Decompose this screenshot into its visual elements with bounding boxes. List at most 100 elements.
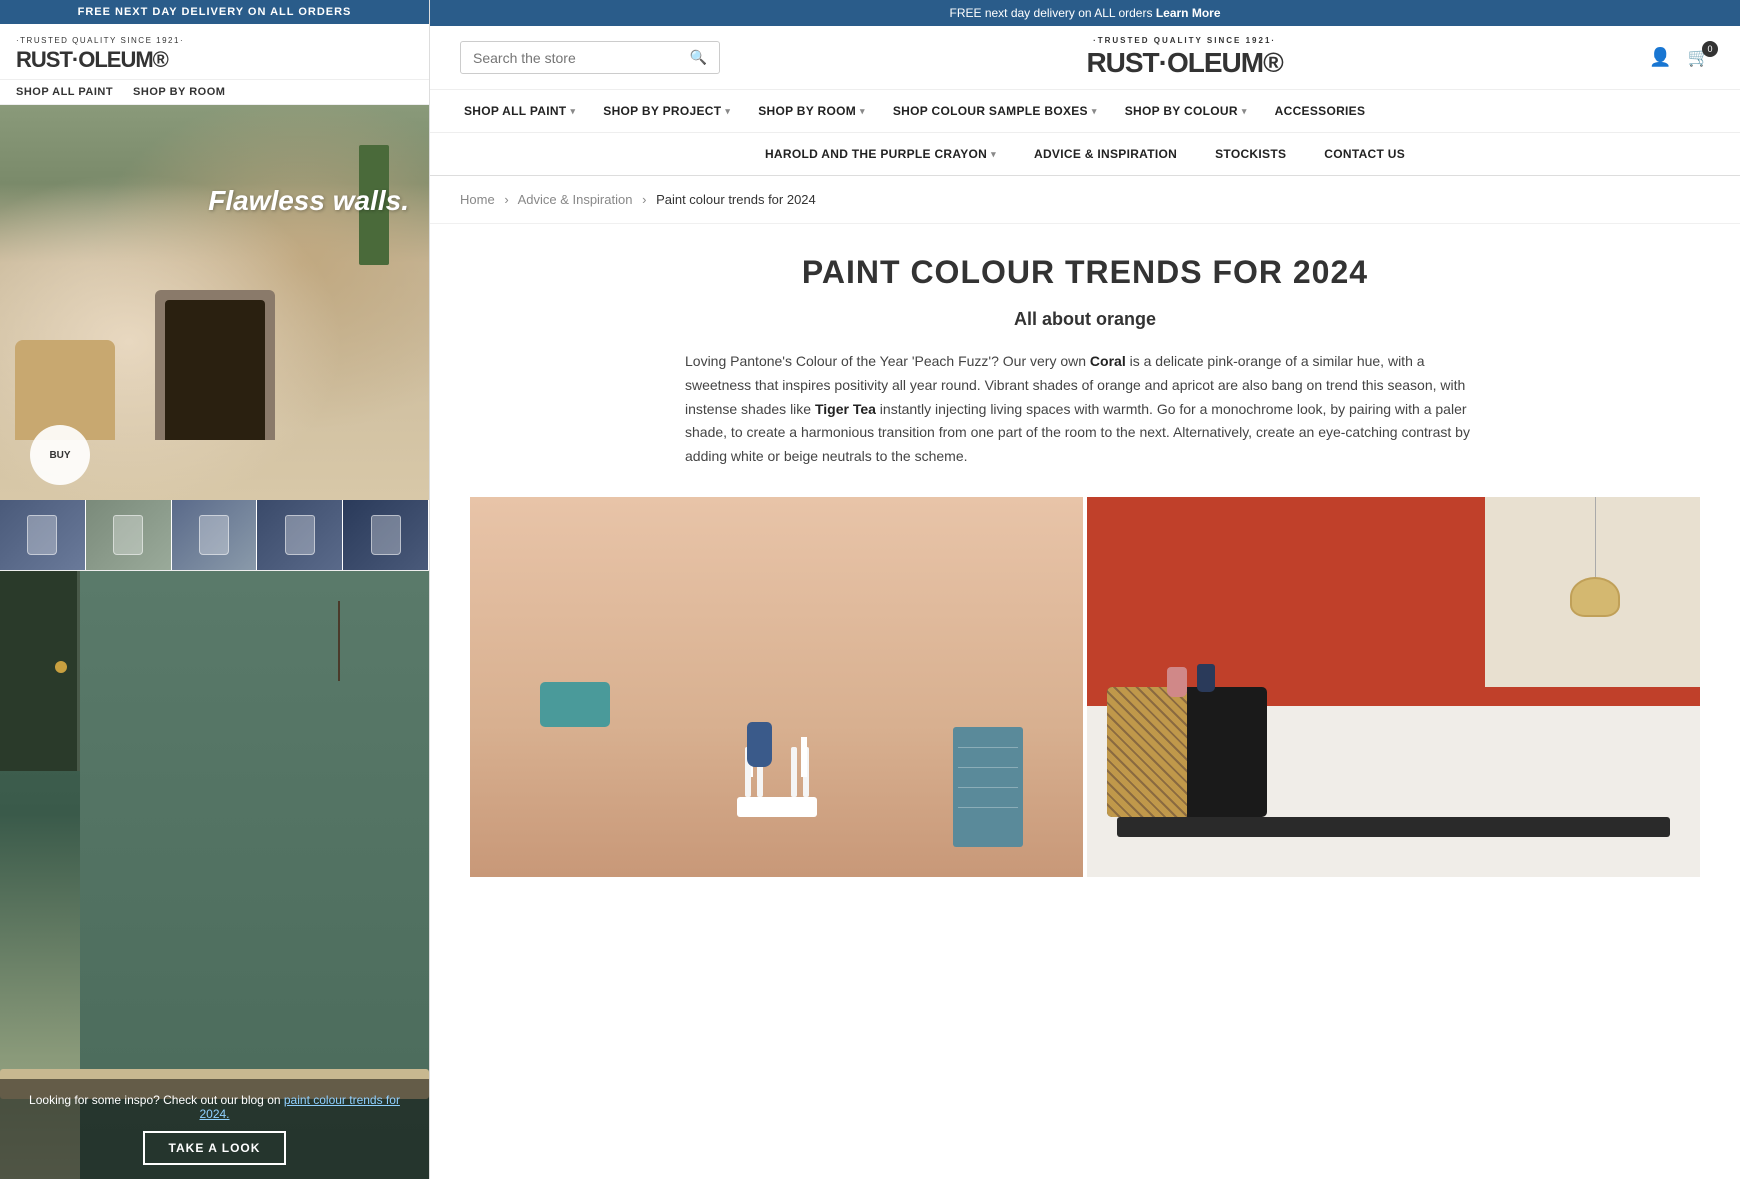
nav-shop-by-room[interactable]: SHOP BY ROOM ▾ xyxy=(744,90,879,132)
right-top-bar-link[interactable]: Learn More xyxy=(1156,6,1221,20)
article-body-text-1: Loving Pantone's Colour of the Year 'Pea… xyxy=(685,353,1090,369)
article-image-left xyxy=(470,497,1083,877)
article-title: PAINT COLOUR TRENDS FOR 2024 xyxy=(470,254,1700,291)
thumb-can-1 xyxy=(27,515,57,555)
right-logo: ·TRUSTED QUALITY SINCE 1921· RUST·OLEUM® xyxy=(740,36,1629,79)
right-logo-center: ·TRUSTED QUALITY SINCE 1921· RUST·OLEUM® xyxy=(740,36,1629,79)
chevron-down-icon: ▾ xyxy=(1242,106,1247,117)
drawer-line-1 xyxy=(958,747,1018,748)
drawer-line-4 xyxy=(958,807,1018,808)
search-icon: 🔍 xyxy=(690,49,707,66)
article-subtitle: All about orange xyxy=(470,309,1700,330)
breadcrumb-home[interactable]: Home xyxy=(460,192,495,207)
light-shade xyxy=(1570,577,1620,617)
left-bottom-overlay: Looking for some inspo? Check out our bl… xyxy=(0,1079,429,1179)
chevron-down-icon: ▾ xyxy=(570,106,575,117)
left-nav-top: SHOP ALL PAINT SHOP BY ROOM xyxy=(0,80,429,105)
door-handle xyxy=(55,661,67,673)
search-input[interactable] xyxy=(473,50,682,66)
nav-shop-by-colour[interactable]: SHOP BY COLOUR ▾ xyxy=(1111,90,1261,132)
left-thumb-4[interactable] xyxy=(257,500,343,570)
left-thumb-2[interactable] xyxy=(86,500,172,570)
right-nav-top: SHOP ALL PAINT ▾ SHOP BY PROJECT ▾ SHOP … xyxy=(430,90,1740,133)
door-left xyxy=(0,571,80,771)
article-images xyxy=(470,497,1700,877)
chevron-down-icon: ▾ xyxy=(725,106,730,117)
left-nav-shop-all[interactable]: SHOP ALL PAINT xyxy=(16,86,113,98)
right-top-bar-text: FREE next day delivery on ALL orders xyxy=(949,6,1155,20)
right-logo-name: RUST·OLEUM® xyxy=(1086,47,1282,78)
teal-cushion xyxy=(540,682,610,727)
left-bottom-text: Looking for some inspo? Check out our bl… xyxy=(16,1093,413,1121)
right-logo-trusted: ·TRUSTED QUALITY SINCE 1921· xyxy=(740,36,1629,45)
nav-contact-us[interactable]: CONTACT US xyxy=(1310,133,1419,175)
left-thumbnails xyxy=(0,500,429,571)
fireplace xyxy=(155,290,275,440)
chevron-down-icon: ▾ xyxy=(991,149,996,160)
pink-vase xyxy=(1167,667,1187,697)
nav-shop-by-project[interactable]: SHOP BY PROJECT ▾ xyxy=(589,90,744,132)
breadcrumb-section[interactable]: Advice & Inspiration xyxy=(518,192,633,207)
nav-stockists[interactable]: STOCKISTS xyxy=(1201,133,1300,175)
right-content: PAINT COLOUR TRENDS FOR 2024 All about o… xyxy=(430,224,1740,1179)
blue-vase xyxy=(747,722,772,767)
article-body-bold-1: Coral xyxy=(1090,353,1126,369)
hanging-light xyxy=(1570,497,1620,617)
right-header-icons: 👤 🛒 0 xyxy=(1649,47,1710,68)
left-hero: Flawless walls. BUY xyxy=(0,105,429,500)
article-body-bold-2: Tiger Tea xyxy=(815,401,876,417)
thumb-can-4 xyxy=(285,515,315,555)
right-nav: SHOP ALL PAINT ▾ SHOP BY PROJECT ▾ SHOP … xyxy=(430,90,1740,176)
nav-shop-colour-sample-boxes[interactable]: SHOP COLOUR SAMPLE BOXES ▾ xyxy=(879,90,1111,132)
breadcrumb-sep-1: › xyxy=(504,192,508,207)
left-top-bar-text: FREE NEXT DAY DELIVERY ON ALL ORDERS xyxy=(78,6,352,18)
left-logo-area: ·TRUSTED QUALITY SINCE 1921· RUST·OLEUM® xyxy=(0,24,429,80)
right-panel: FREE next day delivery on ALL orders Lea… xyxy=(430,0,1740,1179)
left-bottom-banner: Looking for some inspo? Check out our bl… xyxy=(0,571,429,1179)
thumb-can-3 xyxy=(199,515,229,555)
cabinet-cane xyxy=(1107,687,1187,817)
breadcrumb-sep-2: › xyxy=(642,192,646,207)
plant-branch xyxy=(309,601,369,721)
right-top-bar: FREE next day delivery on ALL orders Lea… xyxy=(430,0,1740,26)
right-header: 🔍 ·TRUSTED QUALITY SINCE 1921· RUST·OLEU… xyxy=(430,26,1740,90)
dark-cabinet xyxy=(1107,687,1267,817)
nav-harold[interactable]: HAROLD AND THE PURPLE CRAYON ▾ xyxy=(751,133,1010,175)
chair-seat xyxy=(737,797,817,817)
left-logo: ·TRUSTED QUALITY SINCE 1921· RUST·OLEUM® xyxy=(16,36,413,73)
left-logo-trusted: ·TRUSTED QUALITY SINCE 1921· xyxy=(16,36,413,45)
breadcrumb: Home › Advice & Inspiration › Paint colo… xyxy=(430,176,1740,224)
chevron-down-icon: ▾ xyxy=(1092,106,1097,117)
left-hero-btn[interactable]: BUY xyxy=(30,425,90,485)
breadcrumb-current: Paint colour trends for 2024 xyxy=(656,192,816,207)
left-logo-name: RUST·OLEUM® xyxy=(16,47,168,72)
dark-jug xyxy=(1197,664,1215,692)
drawer-line-2 xyxy=(958,767,1018,768)
left-thumb-1[interactable] xyxy=(0,500,86,570)
left-panel: FREE NEXT DAY DELIVERY ON ALL ORDERS ·TR… xyxy=(0,0,430,1179)
right-nav-bottom: HAROLD AND THE PURPLE CRAYON ▾ ADVICE & … xyxy=(430,133,1740,175)
nav-shop-all-paint[interactable]: SHOP ALL PAINT ▾ xyxy=(450,90,589,132)
thumb-can-5 xyxy=(371,515,401,555)
left-thumb-5[interactable] xyxy=(343,500,429,570)
light-cord xyxy=(1595,497,1596,577)
left-top-bar: FREE NEXT DAY DELIVERY ON ALL ORDERS xyxy=(0,0,429,24)
left-hero-text: Flawless walls. xyxy=(208,185,409,217)
thumb-can-2 xyxy=(113,515,143,555)
drawer-unit xyxy=(953,727,1023,847)
left-nav-shop-room[interactable]: SHOP BY ROOM xyxy=(133,86,225,98)
fireplace-inner xyxy=(165,300,265,440)
left-thumb-3[interactable] xyxy=(172,500,258,570)
cart-badge: 0 xyxy=(1702,41,1718,57)
nav-accessories[interactable]: ACCESSORIES xyxy=(1261,90,1380,132)
chevron-down-icon: ▾ xyxy=(860,106,865,117)
cart-icon[interactable]: 🛒 0 xyxy=(1688,47,1710,68)
take-a-look-button[interactable]: TAKE A LOOK xyxy=(143,1131,287,1165)
nav-advice-inspiration[interactable]: ADVICE & INSPIRATION xyxy=(1020,133,1191,175)
search-box[interactable]: 🔍 xyxy=(460,41,720,74)
article-image-right xyxy=(1087,497,1700,877)
drawer-line-3 xyxy=(958,787,1018,788)
account-icon[interactable]: 👤 xyxy=(1649,47,1671,68)
dark-table xyxy=(1117,817,1670,837)
article-body: Loving Pantone's Colour of the Year 'Pea… xyxy=(685,350,1485,469)
